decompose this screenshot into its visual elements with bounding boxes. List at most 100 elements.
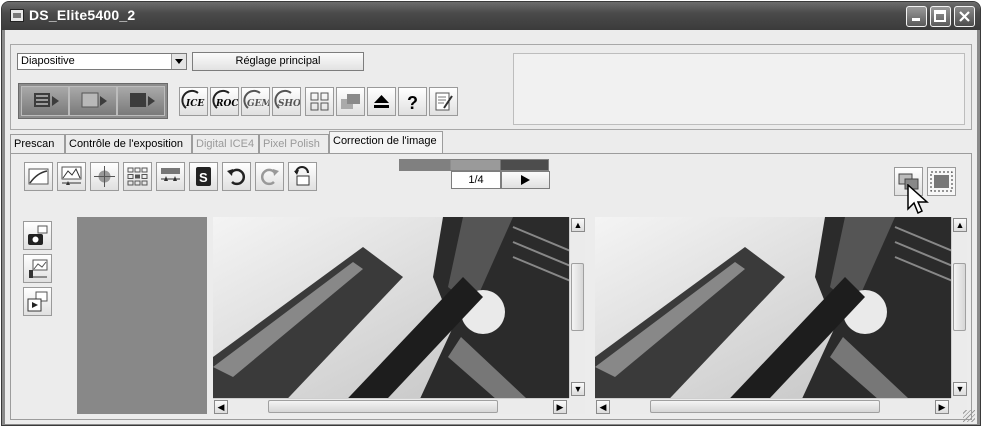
horizontal-scrollbar[interactable]: ◀ ▶: [595, 398, 951, 414]
film-type-select[interactable]: Diapositive: [17, 53, 187, 70]
frame-progress-bar: [399, 159, 549, 171]
tab-prescan[interactable]: Prescan: [10, 134, 65, 153]
scroll-thumb-horizontal[interactable]: [650, 400, 880, 413]
top-control-panel: Diapositive Réglage principal ICE ROC GE…: [10, 44, 972, 130]
info-display: [513, 53, 965, 125]
histogram-button[interactable]: [57, 162, 86, 191]
index-scan-button[interactable]: [21, 86, 69, 116]
redo-button[interactable]: [255, 162, 284, 191]
roc-icon: ROC: [212, 89, 238, 109]
index-scan-icon: [34, 93, 59, 107]
window-title: DS_Elite5400_2: [29, 7, 136, 23]
undo-icon: [227, 168, 246, 186]
title-bar[interactable]: DS_Elite5400_2: [2, 2, 980, 30]
full-view-icon: [930, 171, 953, 192]
horizontal-scrollbar[interactable]: ◀ ▶: [213, 398, 569, 414]
gem-icon: GEM: [243, 89, 269, 109]
grid-view-button[interactable]: [305, 87, 334, 116]
selective-color-icon: S: [196, 167, 211, 186]
minimize-button[interactable]: [906, 6, 927, 27]
help-glyph: ?: [407, 93, 418, 113]
main-setting-button[interactable]: Réglage principal: [192, 52, 364, 71]
preview-icon: [27, 291, 48, 312]
roc-button[interactable]: ROC: [210, 87, 239, 116]
variations-button[interactable]: [123, 162, 152, 191]
before-image: [213, 217, 585, 414]
chevron-down-icon[interactable]: [171, 54, 186, 69]
scanner-window: DS_Elite5400_2 Diapositive Réglage princ…: [1, 1, 981, 426]
grid-view-icon: [310, 92, 329, 111]
camera-icon: [28, 225, 48, 245]
thumbnail-strip: [77, 217, 207, 414]
scroll-corner: [569, 398, 585, 414]
scroll-down-button[interactable]: ▼: [571, 382, 585, 396]
eject-icon: [374, 95, 389, 108]
maximize-button[interactable]: [930, 6, 951, 27]
scroll-right-button[interactable]: ▶: [553, 400, 567, 414]
resize-grip[interactable]: [963, 410, 975, 422]
roc-badge: ROC: [215, 99, 238, 109]
histogram-icon: [61, 166, 82, 185]
app-icon: [10, 9, 24, 22]
vertical-scrollbar[interactable]: ▲ ▼: [569, 217, 585, 398]
help-icon: ?: [407, 93, 418, 113]
image-correction-page: S 1/4 ▲ ▼ ◀ ▶ ▲ ▼ ◀ ▶: [10, 153, 972, 420]
scroll-down-button[interactable]: ▼: [953, 382, 967, 396]
reset-icon: [294, 166, 310, 186]
gem-badge: GEM: [247, 99, 269, 109]
scan-button[interactable]: [117, 86, 165, 116]
film-type-value: Diapositive: [21, 55, 75, 67]
tab-image-correction[interactable]: Correction de l'image: [329, 131, 443, 153]
scroll-left-button[interactable]: ◀: [214, 400, 228, 414]
scroll-up-button[interactable]: ▲: [953, 218, 967, 232]
sho-button[interactable]: SHO: [272, 87, 301, 116]
after-image-viewer: ▲ ▼ ◀ ▶: [595, 217, 967, 414]
selective-color-button[interactable]: S: [189, 162, 218, 191]
tone-button[interactable]: [23, 254, 52, 283]
undo-button[interactable]: [222, 162, 251, 191]
preview-button[interactable]: [23, 287, 52, 316]
levels-button[interactable]: [156, 162, 185, 191]
maximize-icon: [934, 10, 946, 22]
curves-icon: [28, 168, 49, 185]
scan-mode-group: [18, 83, 168, 119]
tab-exposure-control[interactable]: Contrôle de l'exposition: [65, 134, 192, 153]
levels-icon: [161, 168, 180, 181]
scroll-up-button[interactable]: ▲: [571, 218, 585, 232]
next-frame-button[interactable]: [501, 171, 550, 189]
minimize-icon: [912, 18, 920, 21]
preferences-button[interactable]: [429, 87, 458, 116]
eject-button[interactable]: [367, 87, 396, 116]
sho-icon: SHO: [274, 89, 300, 109]
close-button[interactable]: [954, 6, 975, 27]
prescan-button[interactable]: [69, 86, 117, 116]
tone-icon: [29, 259, 48, 278]
scan-icon: [130, 93, 155, 107]
after-image: [595, 217, 967, 414]
scroll-left-button[interactable]: ◀: [596, 400, 610, 414]
redo-icon: [260, 168, 279, 186]
reset-button[interactable]: [288, 162, 317, 191]
preferences-icon: [435, 92, 453, 111]
prescan-icon: [81, 92, 107, 108]
vertical-scrollbar[interactable]: ▲ ▼: [951, 217, 967, 398]
scroll-thumb-vertical[interactable]: [571, 263, 584, 331]
help-button[interactable]: ?: [398, 87, 427, 116]
frame-indicator: 1/4: [451, 171, 501, 189]
scroll-thumb-horizontal[interactable]: [268, 400, 498, 413]
color-balance-button[interactable]: [90, 162, 119, 191]
camera-button[interactable]: [23, 221, 52, 250]
color-balance-icon: [94, 166, 115, 187]
gem-button[interactable]: GEM: [241, 87, 270, 116]
mouse-cursor-icon: [907, 184, 929, 215]
variations-icon: [127, 167, 148, 186]
before-image-viewer: ▲ ▼ ◀ ▶: [213, 217, 585, 414]
stack-button[interactable]: [336, 87, 365, 116]
tab-digital-ice4: Digital ICE4: [192, 134, 259, 153]
scroll-right-button[interactable]: ▶: [935, 400, 949, 414]
sho-badge: SHO: [278, 99, 300, 109]
ice-button[interactable]: ICE: [179, 87, 208, 116]
curves-button[interactable]: [24, 162, 53, 191]
scroll-thumb-vertical[interactable]: [953, 263, 966, 331]
ice-icon: ICE: [181, 89, 204, 109]
